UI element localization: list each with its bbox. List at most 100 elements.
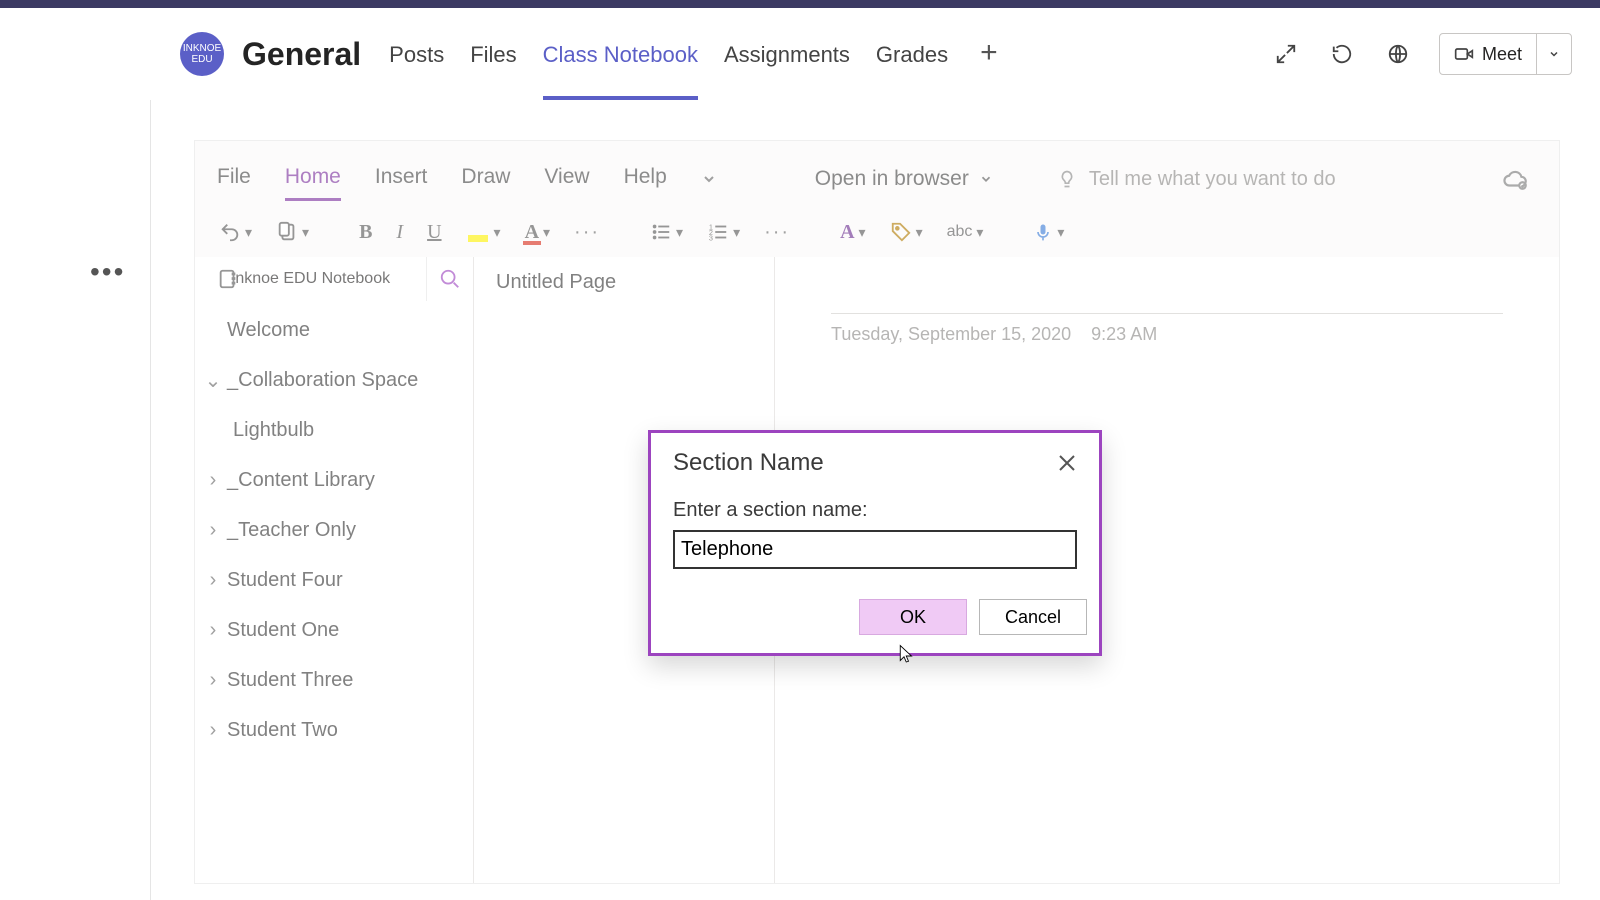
section-label: Student Two [227,719,338,742]
left-rail-more-icon[interactable]: ••• [90,256,125,288]
bold-button[interactable]: B [353,217,378,248]
ribbon-overflow-icon[interactable] [701,171,717,187]
ribbon-tab-help[interactable]: Help [624,159,667,199]
highlight-button[interactable]: ▾ [460,218,507,246]
lightbulb-icon [1057,169,1077,189]
window-titlebar [0,0,1600,8]
meet-button[interactable]: Meet [1439,33,1572,75]
section-label: Welcome [227,319,310,342]
section-welcome[interactable]: Welcome [195,305,473,355]
tab-posts[interactable]: Posts [389,18,444,90]
page-untitled[interactable]: Untitled Page [474,257,774,307]
dialog-close-button[interactable] [1055,451,1079,475]
chevron-down-icon[interactable]: ⌄ [203,368,223,393]
chevron-down-icon [979,172,993,186]
section-content-library[interactable]: › _Content Library [195,455,473,505]
section-list: Welcome ⌄ _Collaboration Space Lightbulb… [195,301,473,755]
section-label: _Collaboration Space [227,369,418,392]
section-student-four[interactable]: › Student Four [195,555,473,605]
header-actions: Meet [1271,33,1600,75]
chevron-down-icon: ▾ [1057,224,1064,241]
section-label: Lightbulb [233,419,314,442]
ribbon-tab-file[interactable]: File [217,159,251,199]
section-collaboration-space[interactable]: ⌄ _Collaboration Space [195,355,473,405]
section-label: Student One [227,619,339,642]
meet-dropdown-button[interactable] [1536,34,1571,74]
chevron-right-icon[interactable]: › [203,469,223,492]
notebook-title[interactable]: Inknoe EDU Notebook [231,270,390,288]
paragraph-more-button[interactable]: ··· [758,217,796,248]
chevron-right-icon[interactable]: › [203,519,223,542]
spellcheck-button[interactable]: abc ▾ [941,219,990,245]
sync-status-icon[interactable] [1503,166,1529,192]
tag-icon [890,221,912,243]
chevron-down-icon: ▾ [543,224,550,241]
left-rail: ••• [0,8,151,900]
font-more-button[interactable]: ··· [568,217,606,248]
open-in-browser-button[interactable]: Open in browser [815,167,993,191]
channel-header: INKNOE EDU General Posts Files Class Not… [150,8,1600,100]
section-label: Student Four [227,569,343,592]
chevron-right-icon[interactable]: › [203,569,223,592]
tab-grades[interactable]: Grades [876,18,948,90]
dictate-button[interactable]: ▾ [1027,218,1070,246]
chevron-down-icon: ▾ [859,224,866,241]
notebook-icon[interactable] [217,268,239,290]
notebook-search-button[interactable] [426,257,473,301]
tab-files[interactable]: Files [470,18,516,90]
chevron-right-icon[interactable]: › [203,619,223,642]
tags-button[interactable]: ▾ [884,217,929,247]
page-date: Tuesday, September 15, 2020 [831,324,1071,345]
meet-button-main[interactable]: Meet [1440,34,1536,74]
underline-button[interactable]: U [421,217,447,248]
bullet-list-button[interactable]: ▾ [644,217,689,247]
ribbon-tab-draw[interactable]: Draw [461,159,510,199]
page-time: 9:23 AM [1091,324,1157,345]
tab-assignments[interactable]: Assignments [724,18,850,90]
tell-me-search[interactable]: Tell me what you want to do [1057,168,1336,191]
chevron-right-icon[interactable]: › [203,719,223,742]
section-student-two[interactable]: › Student Two [195,705,473,755]
undo-button[interactable]: ▾ [213,217,258,247]
team-avatar[interactable]: INKNOE EDU [180,32,224,76]
tab-class-notebook[interactable]: Class Notebook [543,18,698,90]
ribbon-tab-view[interactable]: View [544,159,589,199]
clipboard-button[interactable]: ▾ [270,217,315,247]
numbered-list-icon: 123 [707,221,729,243]
chevron-down-icon: ▾ [733,224,740,241]
ribbon-tab-home[interactable]: Home [285,159,341,199]
numbered-list-button[interactable]: 123 ▾ [701,217,746,247]
svg-text:3: 3 [709,233,713,242]
tell-me-placeholder: Tell me what you want to do [1089,168,1336,191]
open-in-browser-label: Open in browser [815,167,969,191]
section-teacher-only[interactable]: › _Teacher Only [195,505,473,555]
section-label: _Teacher Only [227,519,356,542]
chevron-down-icon: ▾ [302,224,309,241]
channel-tabs: Posts Files Class Notebook Assignments G… [389,18,1003,90]
spellcheck-icon: abc [947,223,973,241]
add-tab-button[interactable]: + [974,36,1004,70]
section-student-one[interactable]: › Student One [195,605,473,655]
chevron-down-icon [1548,48,1560,60]
section-student-three[interactable]: › Student Three [195,655,473,705]
highlight-icon [466,222,490,242]
dialog-cancel-button[interactable]: Cancel [979,599,1087,635]
globe-icon[interactable] [1383,39,1413,69]
section-label: Student Three [227,669,353,692]
italic-button[interactable]: I [390,217,409,248]
chevron-down-icon: ▾ [976,224,983,241]
styles-button[interactable]: A ▾ [834,217,871,248]
chevron-right-icon[interactable]: › [203,669,223,692]
section-lightbulb[interactable]: Lightbulb [195,405,473,455]
chevron-down-icon: ▾ [494,224,501,241]
dialog-ok-button[interactable]: OK [859,599,967,635]
notebook-header: Inknoe EDU Notebook [195,257,473,301]
section-name-input[interactable] [673,530,1077,569]
refresh-icon[interactable] [1327,39,1357,69]
font-color-button[interactable]: A ▾ [519,217,556,248]
notebook-sections-pane: Inknoe EDU Notebook Welcome ⌄ _Collabora… [195,257,474,883]
ribbon-tab-insert[interactable]: Insert [375,159,428,199]
expand-icon[interactable] [1271,39,1301,69]
meet-button-label: Meet [1482,44,1522,65]
font-color-icon: A [525,221,539,244]
